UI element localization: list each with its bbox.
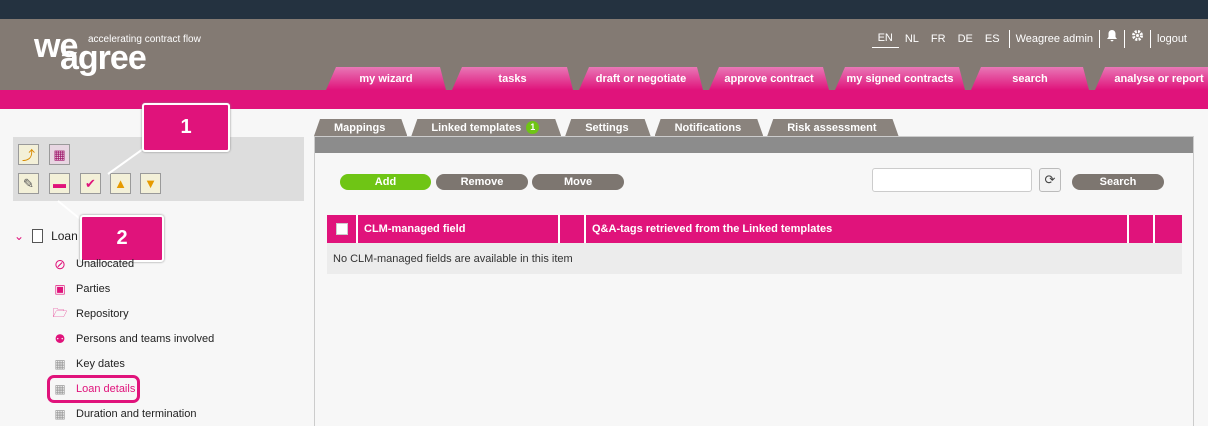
content-tabs: Mappings Linked templates 1 Settings Noti… [314,119,903,136]
document-icon [32,229,44,243]
callout-1: 1 [142,103,230,152]
user-name[interactable]: Weagree admin [1013,30,1096,48]
mappings-panel: Add Remove Move ⟳ Search CLM-managed fie… [314,136,1194,426]
divider [1099,29,1101,48]
add-button[interactable]: Add [340,174,431,190]
tree-item-label: Unallocated [76,258,135,270]
bell-icon[interactable] [1103,29,1121,48]
tab-label: Settings [585,121,629,134]
tree-item-label: Duration and termination [76,408,197,420]
lang-nl[interactable]: NL [899,30,925,48]
panel-header-bar [315,137,1193,153]
tab-notifications[interactable]: Notifications [655,119,764,136]
tree-item-loan-details[interactable]: ▦ Loan details [46,375,141,403]
tab-label: Mappings [334,121,386,134]
tree-item-duration-and-termination[interactable]: ▦ Duration and termination [52,405,196,423]
header-tab-bump [1036,19,1148,22]
search-input[interactable] [872,168,1032,192]
tab-label: Risk assessment [787,121,877,134]
lang-de[interactable]: DE [952,30,979,48]
divider [1150,29,1152,48]
top-bar: EN NL FR DE ES Weagree admin logout [871,29,1190,48]
bricks-icon: ▦ [54,407,66,421]
move-button[interactable]: Move [532,174,624,190]
count-badge: 1 [526,121,539,134]
tree-item-unallocated[interactable]: ⊘ Unallocated [52,255,134,273]
tab-settings[interactable]: Settings [565,119,650,136]
folder-icon: 🗁 [52,305,68,320]
nav-tab-approve-contract[interactable]: approve contract [709,67,829,90]
bricks-icon: ▦ [54,382,66,396]
nav-tab-my-signed-contracts[interactable]: my signed contracts [835,67,965,90]
column-qa-tags[interactable]: Q&A-tags retrieved from the Linked templ… [586,215,1129,243]
grid-empty-message: No CLM-managed fields are available in t… [327,243,1182,274]
tree-item-persons-and-teams[interactable]: ⚉ Persons and teams involved [52,330,215,348]
tab-risk-assessment[interactable]: Risk assessment [767,119,898,136]
nav-tab-draft-or-negotiate[interactable]: draft or negotiate [579,67,703,90]
app-window: we agree accelerating contract flow EN N… [0,19,1208,426]
column-clm-managed-field[interactable]: CLM-managed field [358,215,560,243]
bricks-icon: ▦ [54,357,66,371]
remove-button[interactable]: Remove [436,174,528,190]
column-spacer [560,215,586,243]
select-all-checkbox[interactable] [327,215,358,243]
tree-item-label: Persons and teams involved [76,333,215,345]
tree-item-key-dates[interactable]: ▦ Key dates [52,355,125,373]
nav-tab-analyse-or-report[interactable]: analyse or report [1095,67,1208,90]
tree-item-label: Parties [76,283,111,295]
tab-mappings[interactable]: Mappings [314,119,407,136]
column-spacer [1129,215,1155,243]
people-icon: ⚉ [54,332,66,346]
tree-item-repository[interactable]: 🗁 Repository [52,305,129,323]
refresh-icon[interactable]: ⟳ [1039,168,1061,192]
tab-linked-templates[interactable]: Linked templates 1 [411,119,561,136]
chevron-down-icon[interactable]: ⌄ [14,229,24,243]
main-nav: my wizard tasks draft or negotiate appro… [326,67,1208,90]
tab-label: Notifications [674,121,742,134]
logout-link[interactable]: logout [1154,30,1190,48]
nav-tab-tasks[interactable]: tasks [452,67,573,90]
tree-item-parties[interactable]: ▣ Parties [52,280,110,298]
nav-tab-search[interactable]: search [971,67,1089,90]
contact-card-icon: ▣ [54,282,66,296]
lang-fr[interactable]: FR [925,30,952,48]
tree-item-label: Repository [76,308,129,320]
search-button[interactable]: Search [1072,174,1164,190]
tree-root-label: Loan [51,229,78,243]
lang-en[interactable]: EN [871,29,899,48]
nav-tab-my-wizard[interactable]: my wizard [326,67,446,90]
checkbox[interactable] [335,223,348,235]
gear-icon[interactable] [1128,29,1147,48]
grid-header: CLM-managed field Q&A-tags retrieved fro… [327,215,1182,243]
tab-label: Linked templates [431,121,522,134]
tree-root[interactable]: ⌄ Loan [14,229,78,243]
tree-item-label: Key dates [76,358,125,370]
tree-item-label: Loan details [76,383,136,395]
divider [1008,29,1010,48]
no-entry-icon: ⊘ [54,255,66,272]
lang-es[interactable]: ES [979,30,1006,48]
divider [1124,29,1126,48]
